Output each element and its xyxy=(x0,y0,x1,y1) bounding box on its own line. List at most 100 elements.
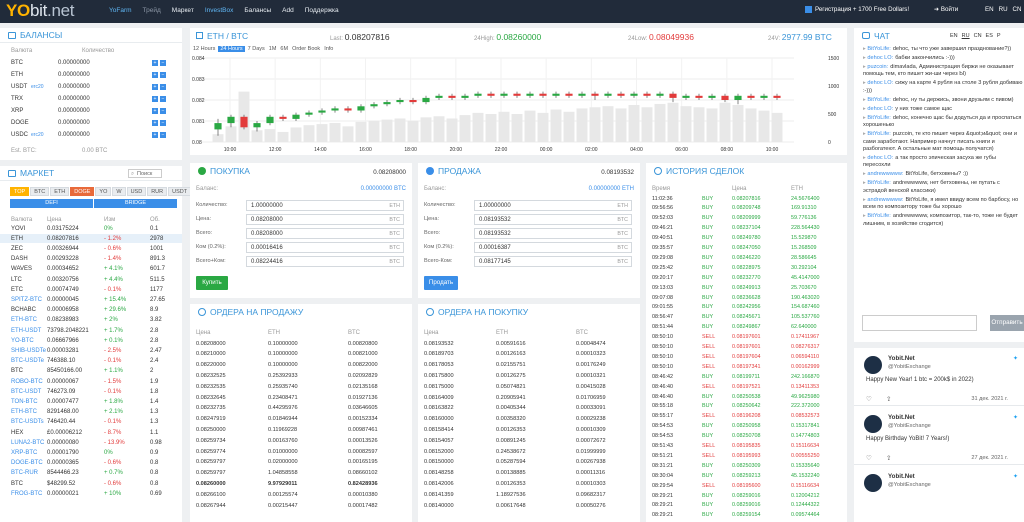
lang-ru[interactable]: RU xyxy=(999,6,1008,13)
buy-button[interactable]: Купить xyxy=(196,276,228,290)
market-tab-w[interactable]: W xyxy=(112,187,126,196)
tab-defi[interactable]: DEFI xyxy=(10,199,93,208)
market-tab-top[interactable]: TOP xyxy=(10,187,30,196)
market-row[interactable]: DOGE-BTC 0.00000365 - 0.6% 0.8 xyxy=(0,459,182,468)
order-row[interactable]: 0.08154057 0.00891245 0.00072672 xyxy=(418,436,640,445)
market-row[interactable]: WAVES 0.00034652 + 4.1% 601.7 xyxy=(0,265,182,274)
chat-user[interactable]: BitYoLife: xyxy=(867,97,890,103)
chat-lang-cn[interactable]: CN xyxy=(974,33,982,39)
market-tab-usdt[interactable]: USDT xyxy=(168,187,192,196)
market-row[interactable]: ROBO-BTC 0.00000067 - 1.5% 1.9 xyxy=(0,377,182,386)
chat-lang-p[interactable]: P xyxy=(997,33,1001,39)
order-row[interactable]: 0.08178053 0.02155751 0.00176249 xyxy=(418,361,640,370)
market-tab-yo[interactable]: YO xyxy=(95,187,112,196)
chat-lang-es[interactable]: ES xyxy=(986,33,993,39)
order-row[interactable]: 0.08210000 0.10000000 0.00821000 xyxy=(190,350,412,359)
menu-balances[interactable]: Балансы xyxy=(244,7,271,14)
market-tab-btc[interactable]: BTC xyxy=(30,187,50,196)
deposit-button[interactable]: + xyxy=(152,107,158,114)
order-row[interactable]: 0.08232535 0.25935740 0.02135168 xyxy=(190,382,412,391)
tab-bridge[interactable]: BRIDGE xyxy=(94,199,177,208)
order-row[interactable]: 0.08193532 0.00591616 0.00048474 xyxy=(418,339,640,348)
deposit-button[interactable]: + xyxy=(152,131,158,138)
order-row[interactable]: 0.08140000 0.00617648 0.00050276 xyxy=(418,501,640,510)
order-row[interactable]: 0.08152000 0.24538672 0.01999999 xyxy=(418,447,640,456)
chat-user[interactable]: andrewwwww: xyxy=(867,197,903,203)
lang-cn[interactable]: CN xyxy=(1013,6,1022,13)
buy-input[interactable]: 0.08208000 BTC xyxy=(246,228,404,239)
market-tab-rur[interactable]: RUR xyxy=(147,187,168,196)
chat-input[interactable] xyxy=(862,315,977,331)
chat-send-button[interactable]: Отправить xyxy=(990,315,1024,331)
period-tab[interactable]: 7 Days xyxy=(247,46,266,52)
order-row[interactable]: 0.08259797 1.04858558 0.08660102 xyxy=(190,469,412,478)
withdraw-button[interactable]: − xyxy=(160,119,166,126)
login-button[interactable]: ➜ Войти xyxy=(934,6,958,13)
order-row[interactable]: 0.08150000 0.05287594 0.00267938 xyxy=(418,458,640,467)
period-tab[interactable]: Order Book xyxy=(291,46,321,52)
market-row[interactable]: ETC 0.00074749 - 0.1% 1177 xyxy=(0,285,182,294)
buy-input[interactable]: 0.08208000 BTC xyxy=(246,214,404,225)
chat-user[interactable]: BitYoLife: xyxy=(867,213,890,219)
menu-investbox[interactable]: InvestBox xyxy=(205,7,234,14)
order-row[interactable]: 0.08247919 0.01846944 0.00152334 xyxy=(190,415,412,424)
chat-user[interactable]: BitYoLife: xyxy=(867,180,890,186)
chat-user[interactable]: BitYoLife: xyxy=(867,115,890,121)
deposit-button[interactable]: + xyxy=(152,83,158,90)
deposit-button[interactable]: + xyxy=(152,95,158,102)
market-row[interactable]: ETH-BTC 0.08238983 + 2% 3.82 xyxy=(0,316,182,325)
chat-user[interactable]: dehoc LO: xyxy=(867,106,893,112)
share-icon[interactable]: ⇪ xyxy=(886,454,891,462)
order-row[interactable]: 0.08232645 0.23408471 0.01927136 xyxy=(190,393,412,402)
order-row[interactable]: 0.08189703 0.00126163 0.00010323 xyxy=(418,350,640,359)
chat-user[interactable]: dehoc LO: xyxy=(867,55,893,61)
order-row[interactable]: 0.08232735 0.44295976 0.03646605 xyxy=(190,404,412,413)
order-row[interactable]: 0.08259734 0.00163760 0.00013526 xyxy=(190,436,412,445)
market-row[interactable]: BTC-RUR 8544466.23 + 0.7% 0.8 xyxy=(0,469,182,478)
order-row[interactable]: 0.08266100 0.00125574 0.00010380 xyxy=(190,490,412,499)
order-row[interactable]: 0.08175800 0.00126275 0.00010321 xyxy=(418,371,640,380)
market-row[interactable]: XRP-BTC 0.00001790 0% 0.9 xyxy=(0,448,182,457)
like-icon[interactable]: ♡ xyxy=(866,395,872,403)
order-row[interactable]: 0.08148258 0.00138885 0.00011316 xyxy=(418,469,640,478)
withdraw-button[interactable]: − xyxy=(160,131,166,138)
buy-input[interactable]: 0.00016416 BTC xyxy=(246,242,404,253)
market-row[interactable]: LTC 0.00320756 + 4.4% 511.5 xyxy=(0,275,182,284)
like-icon[interactable]: ♡ xyxy=(866,454,872,462)
chat-user[interactable]: BitYoLife: xyxy=(867,131,890,137)
chat-user[interactable]: dehoc LO: xyxy=(867,80,893,86)
period-tab[interactable]: 12 Hours xyxy=(192,46,216,52)
market-row[interactable]: SPITZ-BTC 0.00000045 + 15.4% 27.65 xyxy=(0,295,182,304)
chat-lang-en[interactable]: EN xyxy=(950,33,958,39)
menu-support[interactable]: Поддержка xyxy=(305,7,339,14)
period-tab[interactable]: 6M xyxy=(279,46,289,52)
market-row[interactable]: ETH-BTC 8291468.00 + 2.1% 1.3 xyxy=(0,408,182,417)
market-row[interactable]: ZEC 0.00326944 - 0.6% 1001 xyxy=(0,244,182,253)
market-row[interactable]: TON-BTC 0.00007477 + 1.8% 1.4 xyxy=(0,397,182,406)
market-row[interactable]: YO-BTC 0.06667966 + 0.1% 2.8 xyxy=(0,336,182,345)
period-tab[interactable]: 24 Hours xyxy=(218,46,245,52)
sell-input[interactable]: 1.00000000 ETH xyxy=(474,200,632,211)
period-tab[interactable]: Info xyxy=(323,46,334,52)
menu-market[interactable]: Маркет xyxy=(172,7,194,14)
market-row[interactable]: BTC-USDTs 746420.44 - 0.1% 1.3 xyxy=(0,418,182,427)
market-row[interactable]: BTC-USDTe 746388.10 - 0.1% 2.4 xyxy=(0,357,182,366)
sell-input[interactable]: 0.00016387 BTC xyxy=(474,242,632,253)
market-row[interactable]: ETH-USDT 73798.2048221 + 1.7% 2.8 xyxy=(0,326,182,335)
order-row[interactable]: 0.08142006 0.00126353 0.00010303 xyxy=(418,479,640,488)
withdraw-button[interactable]: − xyxy=(160,95,166,102)
withdraw-button[interactable]: − xyxy=(160,83,166,90)
deposit-button[interactable]: + xyxy=(152,119,158,126)
market-row[interactable]: LUNA2-BTC 0.00000080 - 13.9% 0.98 xyxy=(0,438,182,447)
order-row[interactable]: 0.08232525 0.25392933 0.02092829 xyxy=(190,371,412,380)
menu-trade[interactable]: Трейд xyxy=(143,7,161,14)
period-tab[interactable]: 1M xyxy=(268,46,278,52)
withdraw-button[interactable]: − xyxy=(160,71,166,78)
deposit-button[interactable]: + xyxy=(152,71,158,78)
sell-button[interactable]: Продать xyxy=(424,276,458,290)
register-promo-link[interactable]: Регистрация + 1700 Free Dollars! xyxy=(805,6,909,13)
market-tab-doge[interactable]: DOGE xyxy=(70,187,95,196)
order-row[interactable]: 0.08158414 0.00126353 0.00010309 xyxy=(418,425,640,434)
tweet[interactable]: Yobit.Net @YobitExchange ✦ Happy Birthday Y… xyxy=(854,407,1024,465)
order-row[interactable]: 0.08208000 0.10000000 0.00820800 xyxy=(190,339,412,348)
